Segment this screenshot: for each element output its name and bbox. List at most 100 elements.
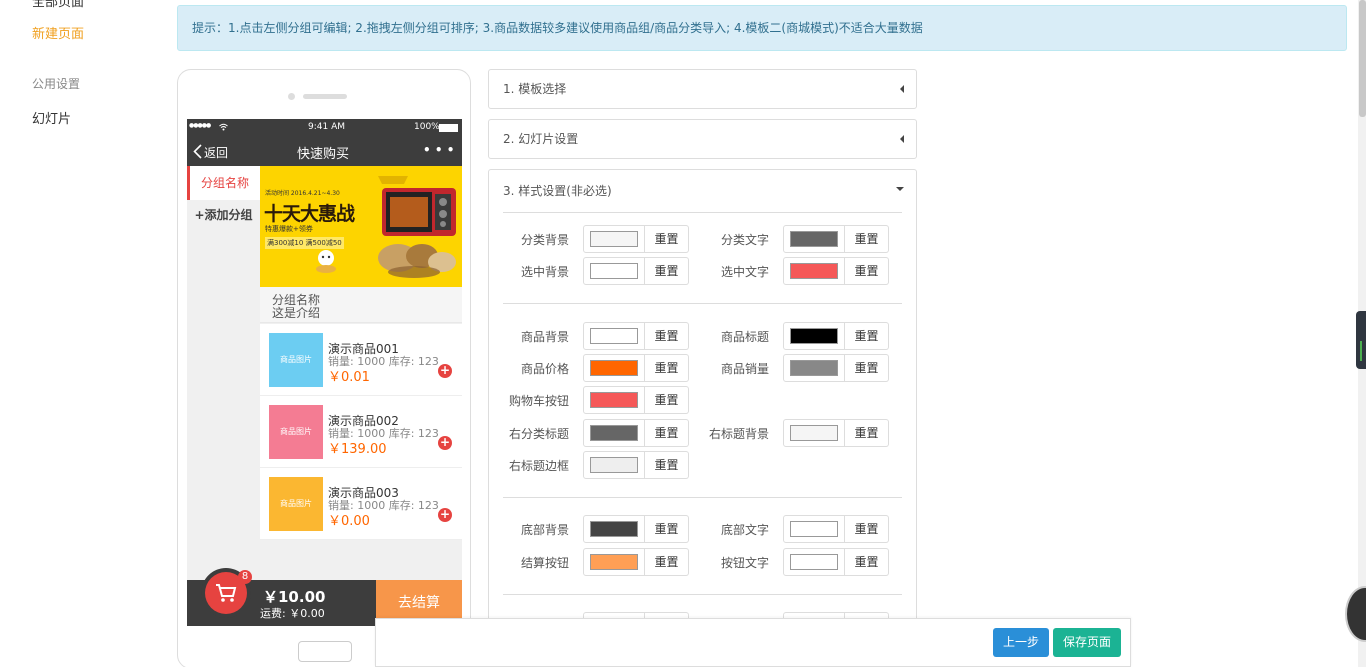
reset-button[interactable]: 重置 (845, 354, 889, 382)
color-swatch (590, 328, 638, 344)
mascot-illustration (316, 250, 336, 273)
nav-all-pages[interactable]: 全部页面 (32, 0, 84, 10)
accordion-title: 2. 幻灯片设置 (503, 132, 579, 146)
add-to-cart-icon[interactable]: + (438, 364, 452, 378)
accordion-slideshow-settings[interactable]: 2. 幻灯片设置 (488, 119, 917, 159)
color-swatch (590, 425, 638, 441)
product-price: ￥139.00 (328, 442, 387, 457)
product-item[interactable]: 商品图片 演示商品001 销量: 1000 库存: 123 ￥0.01 + (260, 324, 462, 396)
reset-button[interactable]: 重置 (645, 548, 689, 576)
back-button[interactable]: 返回 (204, 144, 228, 161)
color-swatch (590, 231, 638, 247)
reset-button[interactable]: 重置 (645, 354, 689, 382)
style-label: 购物车按钮 (508, 394, 569, 408)
color-picker[interactable] (783, 225, 845, 253)
phone-speaker-slot (303, 94, 347, 99)
reset-button[interactable]: 重置 (845, 419, 889, 447)
product-item[interactable]: 商品图片 演示商品003 销量: 1000 库存: 123 ￥0.00 + (260, 468, 462, 540)
color-picker[interactable] (783, 419, 845, 447)
accordion-title[interactable]: 3. 样式设置(非必选) (503, 182, 612, 199)
style-label: 商品背景 (520, 330, 569, 344)
color-swatch (590, 360, 638, 376)
color-swatch (790, 231, 838, 247)
style-label: 商品价格 (520, 362, 569, 376)
side-panel-handle[interactable] (1356, 311, 1366, 369)
color-swatch (790, 263, 838, 279)
add-group-button[interactable]: +添加分组 (187, 200, 260, 230)
avatar[interactable] (1345, 586, 1366, 642)
promo-banner[interactable]: 活动时间 2016.4.21~4.30 十天大惠战 特惠爆款+领券 满300减1… (260, 166, 462, 287)
reset-button[interactable]: 重置 (845, 515, 889, 543)
save-page-button[interactable]: 保存页面 (1053, 628, 1121, 657)
reset-button[interactable]: 重置 (645, 515, 689, 543)
reset-button[interactable]: 重置 (645, 225, 689, 253)
color-picker[interactable] (583, 451, 645, 479)
nav-slideshow[interactable]: 幻灯片 (32, 108, 71, 127)
banner-sub: 特惠爆款+领券 (265, 225, 313, 233)
reset-button[interactable]: 重置 (845, 225, 889, 253)
color-picker[interactable] (583, 257, 645, 285)
style-label: 底部文字 (720, 523, 769, 537)
banner-headline: 十天大惠战 (264, 203, 355, 225)
style-label: 商品标题 (720, 330, 769, 344)
nav-section-public-settings: 公用设置 (32, 77, 81, 91)
accordion-template-select[interactable]: 1. 模板选择 (488, 69, 917, 109)
divider (503, 212, 902, 213)
color-picker[interactable] (583, 419, 645, 447)
style-label: 商品销量 (720, 362, 769, 376)
color-swatch (790, 425, 838, 441)
cart-total: ￥10.00 (263, 588, 326, 606)
color-picker[interactable] (783, 322, 845, 350)
color-picker[interactable] (783, 548, 845, 576)
reset-button[interactable]: 重置 (645, 451, 689, 479)
divider (503, 303, 902, 304)
page: 全部页面 新建页面 公用设置 幻灯片 提示：1.点击左侧分组可编辑; 2.拖拽左… (0, 0, 1366, 667)
reset-button[interactable]: 重置 (645, 419, 689, 447)
style-label: 结算按钮 (520, 556, 569, 570)
reset-button[interactable]: 重置 (645, 257, 689, 285)
reset-button[interactable]: 重置 (845, 548, 889, 576)
style-label: 选中文字 (720, 265, 769, 279)
color-swatch (590, 392, 638, 408)
color-picker[interactable] (783, 354, 845, 382)
caret-down-icon[interactable] (896, 187, 904, 191)
caret-left-icon (900, 135, 904, 143)
phone-screen: ●●●●● 9:41 AM 100% 返回 快速购买 • • • 分组名称 +添… (187, 119, 462, 626)
phone-home-button (298, 641, 352, 662)
add-to-cart-icon[interactable]: + (438, 508, 452, 522)
oven-illustration (378, 176, 456, 278)
color-picker[interactable] (583, 354, 645, 382)
page-scrollbar-thumb[interactable] (1359, 0, 1366, 117)
product-item[interactable]: 商品图片 演示商品002 销量: 1000 库存: 123 ￥139.00 + (260, 396, 462, 468)
style-label: 按钮文字 (720, 556, 769, 570)
reset-button[interactable]: 重置 (645, 322, 689, 350)
status-time: 9:41 AM (308, 122, 345, 132)
product-image: 商品图片 (269, 405, 323, 459)
color-picker[interactable] (583, 225, 645, 253)
color-picker[interactable] (583, 515, 645, 543)
product-price: ￥0.00 (328, 514, 370, 529)
reset-button[interactable]: 重置 (845, 257, 889, 285)
color-picker[interactable] (583, 322, 645, 350)
back-chevron-icon[interactable] (193, 144, 202, 159)
add-to-cart-icon[interactable]: + (438, 436, 452, 450)
color-picker[interactable] (783, 257, 845, 285)
more-icon[interactable]: • • • (423, 143, 454, 157)
banner-date: 活动时间 2016.4.21~4.30 (265, 190, 340, 197)
phone-nav-bar: 返回 快速购买 • • • (187, 137, 462, 166)
color-swatch (590, 554, 638, 570)
product-price: ￥0.01 (328, 370, 370, 385)
reset-button[interactable]: 重置 (845, 322, 889, 350)
color-swatch (590, 521, 638, 537)
phone-page-title: 快速购买 (297, 147, 350, 162)
style-label: 分类文字 (720, 233, 769, 247)
prev-step-button[interactable]: 上一步 (993, 628, 1049, 657)
color-picker[interactable] (583, 548, 645, 576)
category-item-selected[interactable]: 分组名称 (187, 166, 260, 200)
style-label: 分类背景 (520, 233, 569, 247)
style-label: 选中背景 (520, 265, 569, 279)
nav-new-page[interactable]: 新建页面 (32, 23, 84, 42)
reset-button[interactable]: 重置 (645, 386, 689, 414)
color-picker[interactable] (783, 515, 845, 543)
color-picker[interactable] (583, 386, 645, 414)
